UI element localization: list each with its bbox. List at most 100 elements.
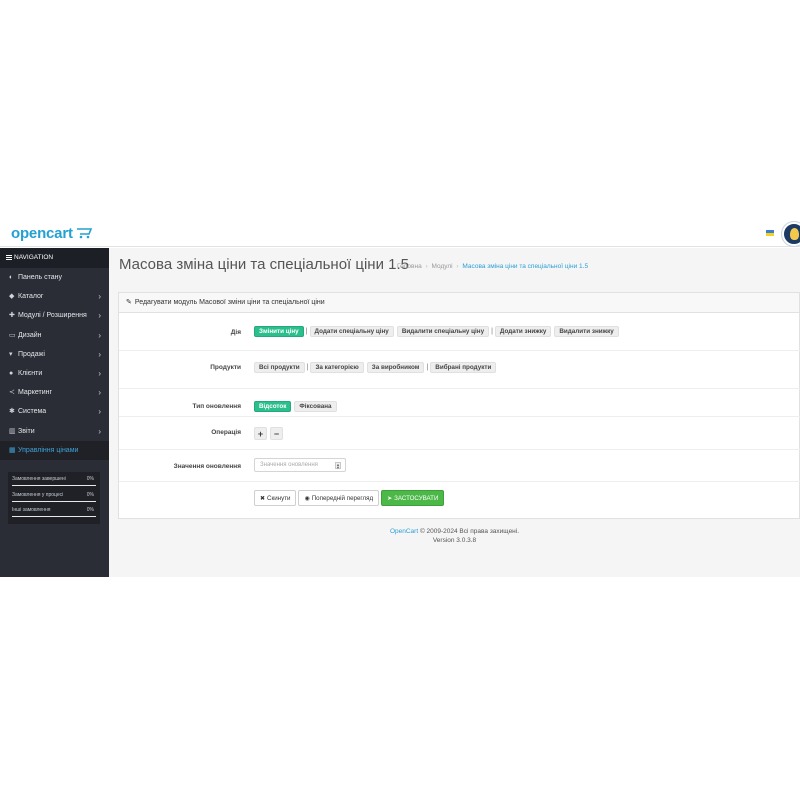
- footer: OpenCart © 2009-2024 Всі права захищені.: [109, 528, 800, 535]
- reset-button[interactable]: ✖ Скинути: [254, 490, 297, 506]
- footer-brand-link[interactable]: OpenCart: [390, 528, 418, 535]
- separator: |: [491, 328, 493, 335]
- sidebar-item[interactable]: ◐ Панель стану: [0, 268, 109, 287]
- progress-bar: [12, 500, 96, 502]
- chevron-right-icon: ›: [98, 388, 101, 398]
- sidebar-item-label: Управління цінами: [18, 446, 79, 454]
- all-products-button[interactable]: Всі продукти: [254, 362, 305, 373]
- update-type-row: Тип оновлення Відсоток Фіксована: [119, 389, 800, 417]
- order-stat: Замовлення у процесі 0%: [12, 491, 96, 507]
- sidebar: NAVIGATION ◐ Панель стану ◆ Каталог › ✚ Модулі…: [0, 248, 109, 577]
- breadcrumb-separator: ›: [425, 263, 428, 270]
- sidebar-item-label: Модулі / Розширення: [18, 312, 87, 320]
- add-special-price-button[interactable]: Додати спеціальну ціну: [309, 326, 394, 337]
- action-row: Дія Змінити ціну | Додати спеціальну цін…: [119, 314, 800, 351]
- reset-label: Скинути: [267, 494, 291, 502]
- panel-title: Редагувати модуль Масової зміни ціни та …: [134, 299, 325, 306]
- cart-icon: ▾: [9, 350, 13, 358]
- sidebar-item[interactable]: ≺ Маркетинг ›: [0, 383, 109, 402]
- update-type-buttons: Відсоток Фіксована: [254, 401, 340, 412]
- menu-icon[interactable]: [6, 254, 12, 261]
- breadcrumb-home[interactable]: Головна: [397, 263, 422, 270]
- percent-button[interactable]: Відсоток: [254, 401, 292, 412]
- progress-bar: [12, 516, 96, 517]
- order-stat-percent: 0%: [86, 476, 94, 482]
- monitor-icon: ▭: [9, 331, 16, 339]
- sidebar-item-label: Каталог: [18, 293, 44, 301]
- chevron-right-icon: ›: [98, 330, 101, 340]
- sidebar-item[interactable]: ▥ Звіти ›: [0, 422, 109, 441]
- preview-button[interactable]: ◉ Попередній перегляд: [298, 490, 380, 506]
- breadcrumb-current[interactable]: Масова зміна ціни та спеціальної ціни 1.…: [462, 263, 588, 270]
- chevron-right-icon: ›: [98, 292, 101, 302]
- update-value-input[interactable]: Значення оновлення ▲ ▼: [254, 458, 346, 472]
- sidebar-item-label: Система: [18, 408, 47, 416]
- value-control: Значення оновлення ▲ ▼: [254, 458, 346, 472]
- progress-bar: [12, 485, 96, 486]
- operation-label: Операція: [211, 429, 241, 436]
- by-manufacturer-button[interactable]: За виробником: [366, 362, 425, 373]
- chevron-right-icon: ›: [98, 311, 101, 321]
- order-stats: Замовлення завершені 0% Замовлення у проце…: [8, 472, 100, 524]
- sidebar-item[interactable]: ▦ Управління цінами: [0, 440, 109, 460]
- breadcrumb-separator: ›: [456, 263, 459, 270]
- footer-version: Version 3.0.3.8: [432, 537, 477, 544]
- bar-chart-icon: ▥: [9, 427, 16, 435]
- separator: |: [306, 364, 309, 371]
- fixed-button[interactable]: Фіксована: [294, 401, 337, 412]
- order-stat-percent: 0%: [86, 507, 94, 513]
- footer-copyright: © 2009-2024 Всі права захищені.: [418, 528, 520, 535]
- sidebar-item[interactable]: ● Клієнти ›: [0, 364, 109, 383]
- submit-row: ✖ Скинути ◉ Попередній перегляд ➤ ЗАСТОСУВА…: [119, 482, 800, 518]
- number-spinner[interactable]: ▲ ▼: [335, 462, 341, 470]
- apply-button[interactable]: ➤ ЗАСТОСУВАТИ: [381, 490, 445, 506]
- sidebar-item[interactable]: ▭ Дизайн ›: [0, 326, 109, 345]
- page-title: Масова зміна ціни та спеціальної ціни 1.…: [119, 256, 409, 273]
- minus-button[interactable]: −: [270, 427, 283, 440]
- order-stat-label: Інші замовлення: [12, 507, 51, 513]
- sidebar-item[interactable]: ◆ Каталог ›: [0, 287, 109, 306]
- breadcrumb-modules[interactable]: Модулі: [432, 263, 453, 270]
- sidebar-item-label: Клієнти: [18, 369, 43, 377]
- apply-label: ЗАСТОСУВАТИ: [394, 494, 439, 502]
- calculator-icon: ▦: [9, 446, 16, 454]
- cart-logo-icon: [77, 228, 93, 239]
- opencart-logo[interactable]: opencart: [11, 225, 93, 242]
- tag-icon: ◆: [9, 293, 15, 301]
- sidebar-item[interactable]: ▾ Продажі ›: [0, 345, 109, 364]
- sidebar-item-label: Дизайн: [18, 331, 42, 339]
- value-row: Значення оновлення Значення оновлення ▲ ▼: [119, 450, 800, 482]
- order-stat: Замовлення завершені 0%: [12, 475, 96, 491]
- puzzle-icon: ✚: [9, 312, 15, 320]
- main-content: Масова зміна ціни та спеціальної ціни 1.…: [109, 248, 800, 577]
- delete-discount-button[interactable]: Видалити знижку: [554, 326, 619, 337]
- sidebar-item[interactable]: ✚ Модулі / Розширення ›: [0, 306, 109, 325]
- separator: |: [426, 364, 429, 371]
- close-icon: ✖: [260, 495, 266, 502]
- by-category-button[interactable]: За категорією: [310, 362, 364, 373]
- eye-icon: ◉: [304, 495, 310, 502]
- operation-buttons: + −: [254, 427, 286, 440]
- products-buttons: Всі продукти | За категорією За виробник…: [254, 362, 499, 373]
- order-stat-label: Замовлення у процесі: [12, 491, 64, 498]
- delete-special-price-button[interactable]: Видалити спеціальну ціну: [396, 326, 490, 337]
- send-icon: ➤: [387, 495, 393, 502]
- sidebar-item-label: Маркетинг: [18, 389, 53, 397]
- top-header: opencart: [0, 221, 800, 247]
- selected-products-button[interactable]: Вибрані продукти: [430, 362, 497, 373]
- language-flag-icon[interactable]: [766, 230, 774, 236]
- add-discount-button[interactable]: Додати знижку: [494, 326, 552, 337]
- sidebar-item[interactable]: ✱ Система ›: [0, 402, 109, 421]
- chevron-right-icon: ›: [98, 407, 101, 417]
- sidebar-item-label: Звіти: [18, 427, 35, 435]
- user-avatar[interactable]: [782, 222, 800, 246]
- plus-button[interactable]: +: [254, 427, 267, 440]
- change-price-button[interactable]: Змінити ціну: [254, 326, 304, 337]
- chevron-right-icon: ›: [98, 349, 101, 359]
- chevron-right-icon: ›: [98, 426, 101, 436]
- dashboard-icon: ◐: [9, 274, 14, 281]
- sidebar-item-label: Продажі: [18, 350, 45, 358]
- sidebar-item-label: Панель стану: [18, 274, 63, 281]
- order-stat-percent: 0%: [86, 491, 94, 498]
- products-row: Продукти Всі продукти | За категорією За…: [119, 351, 800, 389]
